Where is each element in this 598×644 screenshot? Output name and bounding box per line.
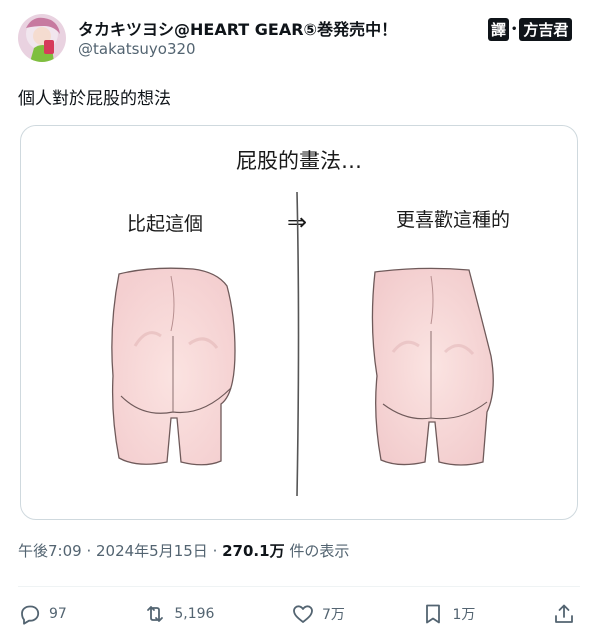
share-button[interactable] — [552, 602, 576, 626]
tweet-meta: 午後7:09 · 2024年5月15日 · 270.1万 件の表示 — [18, 540, 349, 561]
bookmark-button[interactable]: 1万 — [421, 602, 475, 626]
bookmark-icon — [426, 604, 441, 624]
action-bar: 97 5,196 7万 1万 — [18, 598, 576, 630]
avatar[interactable] — [18, 14, 66, 62]
view-count: 270.1万 — [222, 542, 285, 560]
divider — [18, 586, 580, 587]
like-count: 7万 — [322, 607, 345, 623]
reply-icon — [21, 605, 40, 625]
bookmark-count: 1万 — [452, 607, 476, 623]
meta-separator: · — [207, 542, 223, 560]
tweet-media[interactable]: 屁股的畫法… 比起這個 ⇒ 更喜歡這種的 — [20, 125, 578, 520]
translator-credit: 譯 • 方吉君 — [488, 17, 573, 41]
like-icon — [293, 605, 313, 623]
view-suffix: 件の表示 — [284, 542, 350, 560]
retweet-button[interactable]: 5,196 — [143, 602, 214, 626]
illustration: 屁股的畫法… 比起這個 ⇒ 更喜歡這種的 — [111, 149, 510, 497]
credit-dot: • — [511, 23, 518, 35]
reply-button[interactable]: 97 — [18, 602, 67, 626]
left-label: 比起這個 — [127, 213, 203, 235]
share-icon — [555, 604, 573, 623]
credit-name: 方吉君 — [519, 17, 573, 41]
tweet-date[interactable]: 2024年5月15日 — [96, 542, 208, 560]
author-display-name[interactable]: タカキツヨシ@HEART GEAR⑤巻発売中！ — [78, 16, 397, 40]
illustration-title: 屁股的畫法… — [236, 149, 362, 173]
tweet-time[interactable]: 午後7:09 — [18, 542, 82, 560]
credit-stamp: 譯 — [488, 17, 510, 41]
reply-count: 97 — [49, 606, 67, 622]
like-button[interactable]: 7万 — [291, 602, 345, 626]
tweet-text: 個人對於屁股的想法 — [18, 89, 171, 109]
right-label: 更喜歡這種的 — [396, 209, 510, 231]
meta-separator: · — [81, 542, 96, 560]
left-figure — [111, 267, 236, 466]
retweet-count: 5,196 — [174, 606, 215, 622]
author-handle[interactable]: @takatsuyo320 — [78, 40, 196, 58]
retweet-icon — [147, 606, 164, 622]
avatar-image — [18, 14, 66, 62]
center-divider-line — [296, 191, 300, 497]
right-figure — [371, 267, 494, 466]
